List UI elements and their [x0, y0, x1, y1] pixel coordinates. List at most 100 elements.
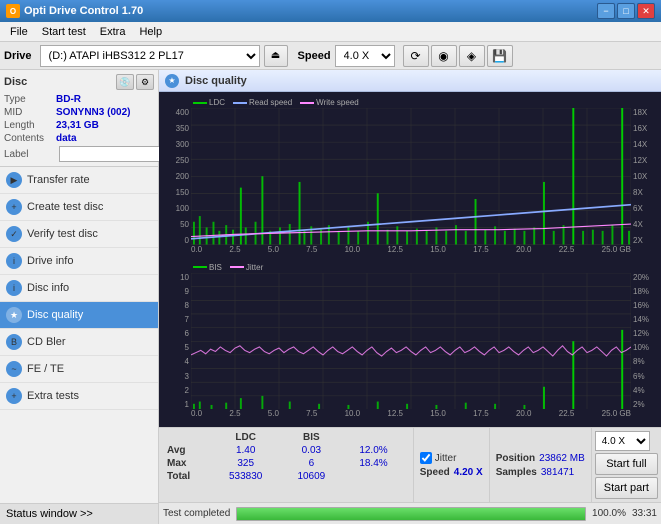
toolbar-btn-1[interactable]: ⟳ — [403, 45, 429, 67]
quality-icon: ★ — [165, 74, 179, 88]
quality-header: ★ Disc quality — [159, 70, 661, 92]
toolbar-btn-2[interactable]: ◉ — [431, 45, 457, 67]
toolbar-btn-3[interactable]: ◈ — [459, 45, 485, 67]
status-window-label: Status window >> — [6, 508, 93, 520]
progress-bar-container — [236, 507, 586, 521]
nav-label-disc-info: Disc info — [27, 282, 69, 294]
nav-icon-disc-quality: ★ — [6, 307, 22, 323]
position-value: 23862 MB — [539, 453, 585, 464]
y-right-2x: 2X — [633, 236, 643, 245]
menu-starttest[interactable]: Start test — [36, 24, 92, 40]
stats-table: LDC BIS Avg 1.40 0.03 12.0% — [167, 431, 405, 483]
stats-label-avg: Avg — [167, 444, 211, 457]
stats-ldc-avg: 1.40 — [211, 444, 281, 457]
titlebar: O Opti Drive Control 1.70 − □ ✕ — [0, 0, 661, 22]
menu-help[interactable]: Help — [133, 24, 168, 40]
stats-bis-total: 10609 — [280, 470, 342, 483]
chart2-y-right: 20% 18% 16% 14% 12% 10% 8% 6% 4% 2% — [631, 273, 657, 410]
chart1-legend: LDC Read speed Write speed — [193, 98, 359, 107]
disc-type-label: Type — [4, 94, 56, 105]
sidebar-item-fe-te[interactable]: ~ FE / TE — [0, 356, 158, 383]
menu-extra[interactable]: Extra — [94, 24, 132, 40]
chart1-y-left: 400 350 300 250 200 150 100 50 0 — [163, 108, 191, 245]
x-tick-20-0: 20.0 — [516, 245, 532, 254]
jitter-speed-area: Jitter Speed 4.20 X — [413, 428, 489, 502]
legend-ldc: LDC — [193, 98, 225, 107]
nav-icon-cd-bler: B — [6, 334, 22, 350]
chart1-svg — [191, 108, 631, 245]
speed-select[interactable]: 4.0 X — [335, 45, 395, 67]
x-tick-5-0: 5.0 — [268, 245, 279, 254]
nav-icon-transfer-rate: ▶ — [6, 172, 22, 188]
disc-mid-value: SONYNN3 (002) — [56, 107, 130, 118]
stats-bis-max: 6 — [280, 457, 342, 470]
jitter-check-row: Jitter — [420, 452, 483, 464]
chart2-y-left: 10 9 8 7 6 5 4 3 2 1 — [163, 273, 191, 410]
menu-file[interactable]: File — [4, 24, 34, 40]
disc-length-value: 23,31 GB — [56, 120, 99, 131]
progress-bar-fill — [237, 508, 585, 520]
toolbar-buttons: ⟳ ◉ ◈ 💾 — [403, 45, 513, 67]
y-tick-100: 100 — [176, 204, 189, 213]
x-tick-17-5: 17.5 — [473, 245, 489, 254]
titlebar-controls: − □ ✕ — [597, 3, 655, 19]
nav-label-disc-quality: Disc quality — [27, 309, 83, 321]
nav-icon-fe-te: ~ — [6, 361, 22, 377]
y-right-14x: 14X — [633, 140, 647, 149]
disc-mid-row: MID SONYNN3 (002) — [4, 107, 154, 118]
eject-button[interactable]: ⏏ — [264, 45, 288, 67]
y-tick-200: 200 — [176, 172, 189, 181]
minimize-button[interactable]: − — [597, 3, 615, 19]
nav-items: ▶ Transfer rate + Create test disc ✓ Ver… — [0, 167, 158, 503]
start-buttons-area: 4.0 X Start full Start part — [591, 428, 661, 502]
progress-percent: 100.0% — [592, 508, 626, 519]
y-tick-350: 350 — [176, 124, 189, 133]
sidebar-item-disc-info[interactable]: i Disc info — [0, 275, 158, 302]
sidebar-item-verify-test-disc[interactable]: ✓ Verify test disc — [0, 221, 158, 248]
start-full-button[interactable]: Start full — [595, 453, 658, 475]
legend-write-speed-label: Write speed — [316, 98, 359, 107]
stats-table-area: LDC BIS Avg 1.40 0.03 12.0% — [159, 428, 413, 502]
sidebar: Disc 💿 ⚙ Type BD-R MID SONYNN3 (002) Len… — [0, 70, 159, 524]
nav-icon-verify-test-disc: ✓ — [6, 226, 22, 242]
stats-row-avg: Avg 1.40 0.03 12.0% — [167, 444, 405, 457]
disc-icon-settings[interactable]: ⚙ — [136, 74, 154, 90]
y-right-18x: 18X — [633, 108, 647, 117]
start-part-button[interactable]: Start part — [595, 477, 658, 499]
stats-speed-label: Speed — [420, 467, 450, 478]
x-tick-25-gb: 25.0 GB — [602, 245, 631, 254]
nav-label-fe-te: FE / TE — [27, 363, 64, 375]
sidebar-item-extra-tests[interactable]: + Extra tests — [0, 383, 158, 410]
sidebar-item-create-test-disc[interactable]: + Create test disc — [0, 194, 158, 221]
close-button[interactable]: ✕ — [637, 3, 655, 19]
col-ldc: LDC — [211, 431, 281, 444]
sidebar-item-cd-bler[interactable]: B CD Bler — [0, 329, 158, 356]
nav-label-drive-info: Drive info — [27, 255, 73, 267]
quality-title: Disc quality — [185, 75, 247, 87]
speed-select-stats[interactable]: 4.0 X — [595, 431, 650, 451]
toolbar-btn-4[interactable]: 💾 — [487, 45, 513, 67]
y-right-10x: 10X — [633, 172, 647, 181]
jitter-checkbox[interactable] — [420, 452, 432, 464]
stats-row-total: Total 533830 10609 — [167, 470, 405, 483]
chart1-y-right: 18X 16X 14X 12X 10X 8X 6X 4X 2X — [631, 108, 657, 245]
sidebar-item-disc-quality[interactable]: ★ Disc quality — [0, 302, 158, 329]
y-right-4x: 4X — [633, 220, 643, 229]
status-window-button[interactable]: Status window >> — [0, 503, 158, 524]
drive-select[interactable]: (D:) ATAPI iHBS312 2 PL17 — [40, 45, 260, 67]
y-right-16x: 16X — [633, 124, 647, 133]
sidebar-item-drive-info[interactable]: i Drive info — [0, 248, 158, 275]
maximize-button[interactable]: □ — [617, 3, 635, 19]
sidebar-item-transfer-rate[interactable]: ▶ Transfer rate — [0, 167, 158, 194]
disc-icon-cd[interactable]: 💿 — [116, 74, 134, 90]
disc-length-label: Length — [4, 120, 56, 131]
disc-mid-label: MID — [4, 107, 56, 118]
x-tick-7-5: 7.5 — [306, 245, 317, 254]
progress-section: Test completed 100.0% 33:31 — [159, 502, 661, 524]
col-bis: BIS — [280, 431, 342, 444]
samples-label: Samples — [496, 467, 537, 478]
chart2-legend: BIS Jitter — [193, 263, 263, 272]
speed-label: Speed — [298, 50, 331, 62]
legend-ldc-label: LDC — [209, 98, 225, 107]
nav-label-cd-bler: CD Bler — [27, 336, 66, 348]
